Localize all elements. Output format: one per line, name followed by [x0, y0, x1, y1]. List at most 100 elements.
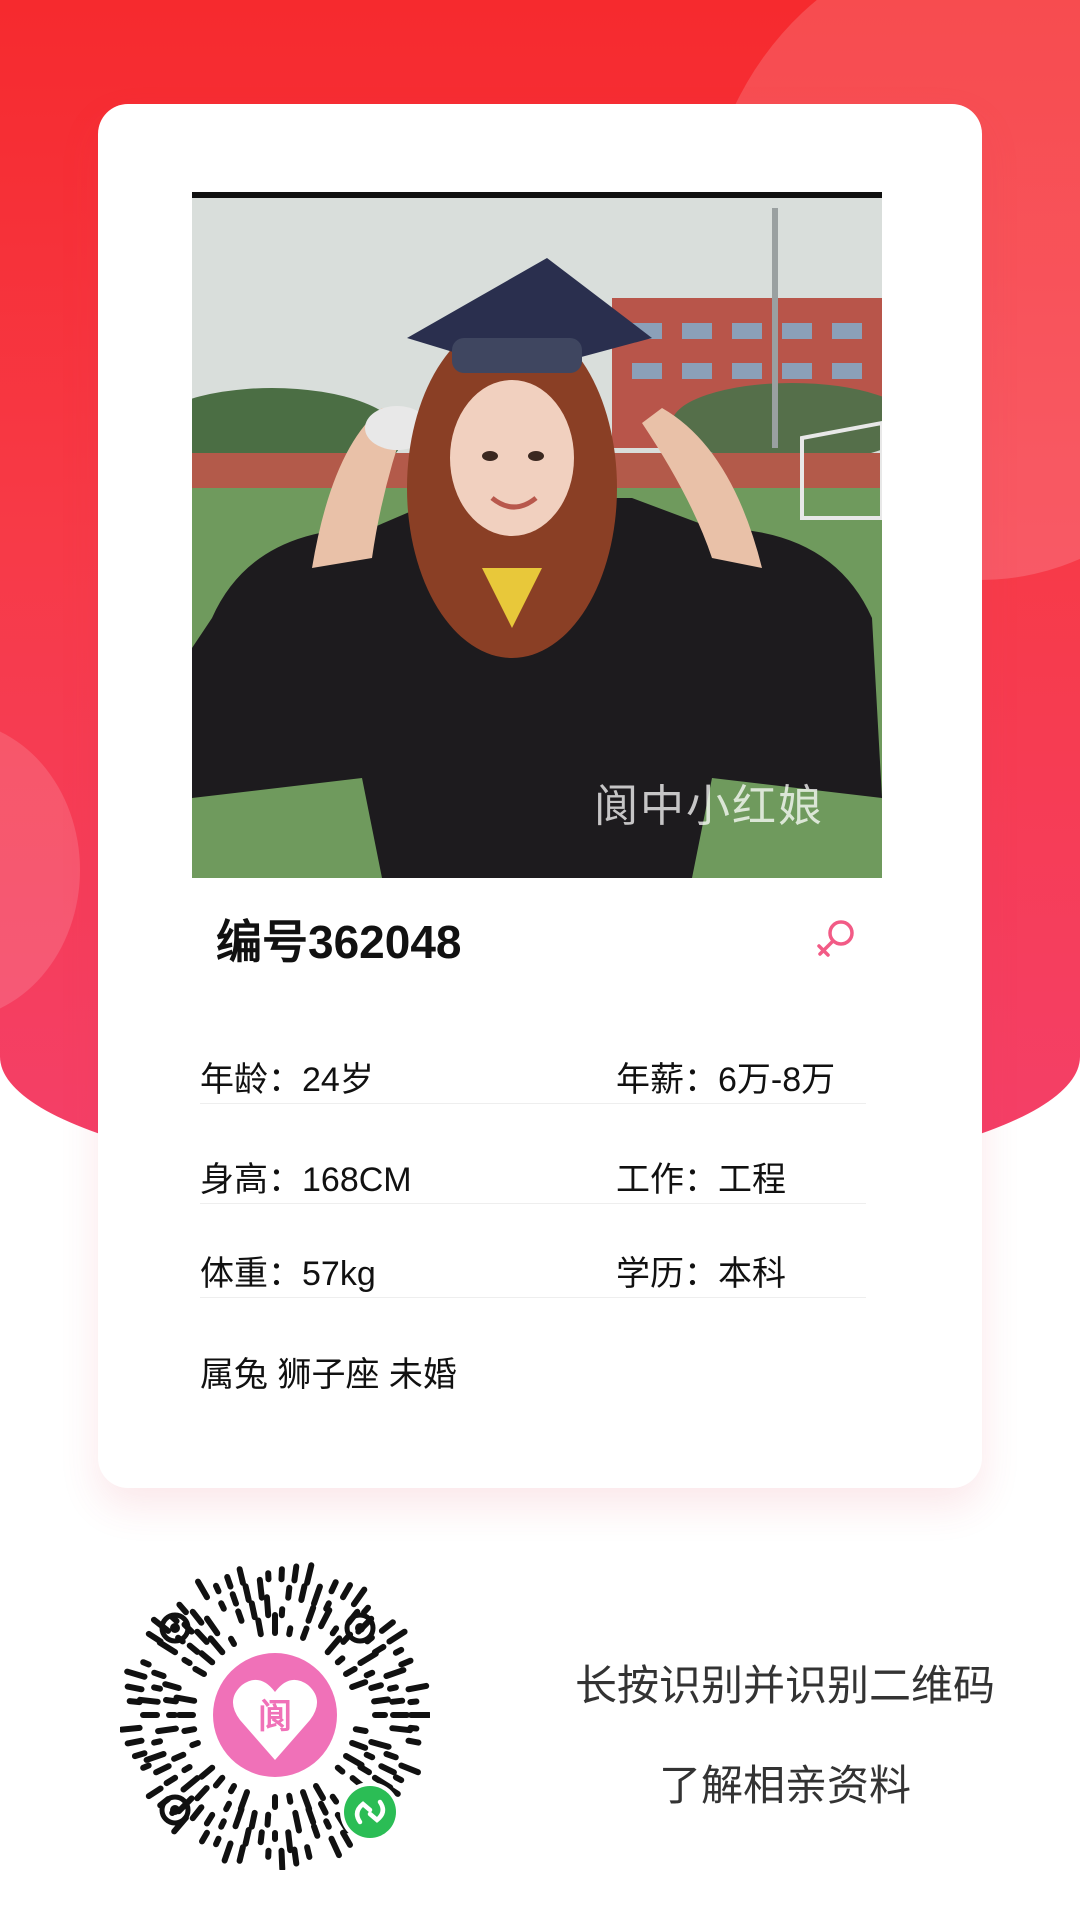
qr-module [218, 1818, 227, 1830]
qr-module [153, 1763, 172, 1776]
qr-module [163, 1774, 179, 1787]
qr-module [263, 1594, 272, 1619]
qr-module [300, 1625, 310, 1641]
qr-instruction: 长按识别并识别二维码 [574, 1661, 995, 1710]
qr-module [180, 1775, 201, 1793]
qr-module [198, 1764, 216, 1780]
qr-module [368, 1682, 384, 1691]
qr-instruction-subtitle: 了解相亲资料 [658, 1761, 911, 1810]
qr-module [248, 1600, 258, 1621]
income-field: 年薪：6万-8万 [616, 1061, 836, 1099]
qr-module [368, 1739, 392, 1750]
qr-module [151, 1669, 167, 1679]
qr-module [131, 1750, 148, 1760]
info-row-height-job: 身高：168CM 工作：工程 [200, 1134, 866, 1204]
qr-module [195, 1578, 210, 1601]
qr-module [232, 1806, 245, 1830]
qr-module [371, 1696, 391, 1705]
qr-module [236, 1844, 246, 1864]
qr-module [340, 1582, 353, 1601]
qr-module [124, 1668, 148, 1680]
info-row-traits: 属兔 狮子座 未婚 [200, 1329, 866, 1399]
qr-module [311, 1583, 323, 1607]
qr-module [323, 1600, 332, 1612]
photo-watermark: 阆中小红娘 [594, 781, 824, 832]
qr-module [383, 1667, 407, 1679]
qr-module [311, 1823, 321, 1839]
qr-module [145, 1630, 164, 1645]
qr-module [136, 1696, 161, 1705]
qr-module [189, 1608, 205, 1626]
qr-module [228, 1783, 237, 1795]
qr-module [407, 1724, 420, 1732]
weight-field: 体重：57kg [200, 1255, 376, 1293]
qr-module [286, 1625, 294, 1638]
qr-module [334, 1655, 346, 1666]
qr-module [405, 1737, 422, 1746]
qr-module [392, 1774, 405, 1784]
qr-module [228, 1635, 237, 1647]
qr-module [334, 1764, 346, 1775]
female-icon [817, 920, 854, 957]
qr-module [389, 1725, 414, 1734]
qr-module [203, 1811, 216, 1827]
page: 阆中小红娘 编号362048 年龄：24岁 年薪：6万-8万 身高：168CM … [0, 0, 1080, 1920]
qr-module [171, 1751, 187, 1762]
qr-module [212, 1774, 226, 1789]
qr-module [324, 1635, 343, 1656]
qr-module [389, 1697, 406, 1705]
qr-module [398, 1657, 414, 1668]
profile-photo[interactable]: 阆中小红娘 [192, 192, 882, 878]
qr-module [340, 1829, 353, 1848]
qr-module [386, 1628, 408, 1645]
qr-module [323, 1818, 332, 1830]
qr-module [192, 1666, 207, 1677]
qr-module [143, 1751, 167, 1763]
qr-module [405, 1682, 430, 1693]
qr-module [213, 1582, 222, 1595]
info-row-weight-education: 体重：57kg 学历：本科 [200, 1228, 866, 1298]
qr-module [371, 1643, 387, 1656]
qr-module [198, 1650, 216, 1666]
qr-module [298, 1583, 308, 1603]
qr-module [343, 1753, 365, 1768]
qr-module [291, 1846, 300, 1867]
qr-module [361, 1604, 371, 1616]
qr-module [199, 1829, 210, 1845]
qr-module [329, 1793, 340, 1805]
qr-module [255, 1617, 264, 1638]
qr-module [162, 1681, 182, 1691]
profile-id: 编号362048 [216, 916, 462, 968]
qr-module [257, 1829, 265, 1846]
qr-module [204, 1615, 221, 1637]
qr-module [181, 1656, 193, 1666]
qr-module [292, 1809, 302, 1834]
age-field: 年龄：24岁 [200, 1061, 374, 1099]
qr-module [189, 1740, 201, 1749]
qr-module [285, 1829, 294, 1854]
qr-module [181, 1726, 198, 1734]
qr-module [194, 1628, 210, 1645]
qr-module [218, 1600, 227, 1612]
qr-module [163, 1697, 179, 1705]
qr-module [407, 1698, 420, 1706]
qr-module [124, 1737, 145, 1747]
qr-module [173, 1694, 198, 1704]
qr-module [264, 1811, 272, 1828]
qr-module [285, 1584, 293, 1601]
qr-module [304, 1844, 313, 1860]
qr-module [291, 1563, 300, 1584]
qr-module [313, 1783, 326, 1802]
mini-program-qr-code[interactable]: 阆 [120, 1560, 430, 1870]
qr-logo-text: 阆 [258, 1697, 292, 1737]
qr-module [207, 1635, 226, 1656]
qr-module [363, 1669, 376, 1679]
qr-module [140, 1762, 152, 1771]
qr-module [213, 1835, 222, 1848]
job-field: 工作：工程 [616, 1161, 786, 1199]
qr-module [278, 1847, 286, 1870]
qr-module [305, 1604, 317, 1624]
height-field: 身高：168CM [200, 1161, 412, 1199]
profile-card: 阆中小红娘 编号362048 年龄：24岁 年薪：6万-8万 身高：168CM … [98, 104, 982, 1488]
qr-module [378, 1763, 397, 1776]
